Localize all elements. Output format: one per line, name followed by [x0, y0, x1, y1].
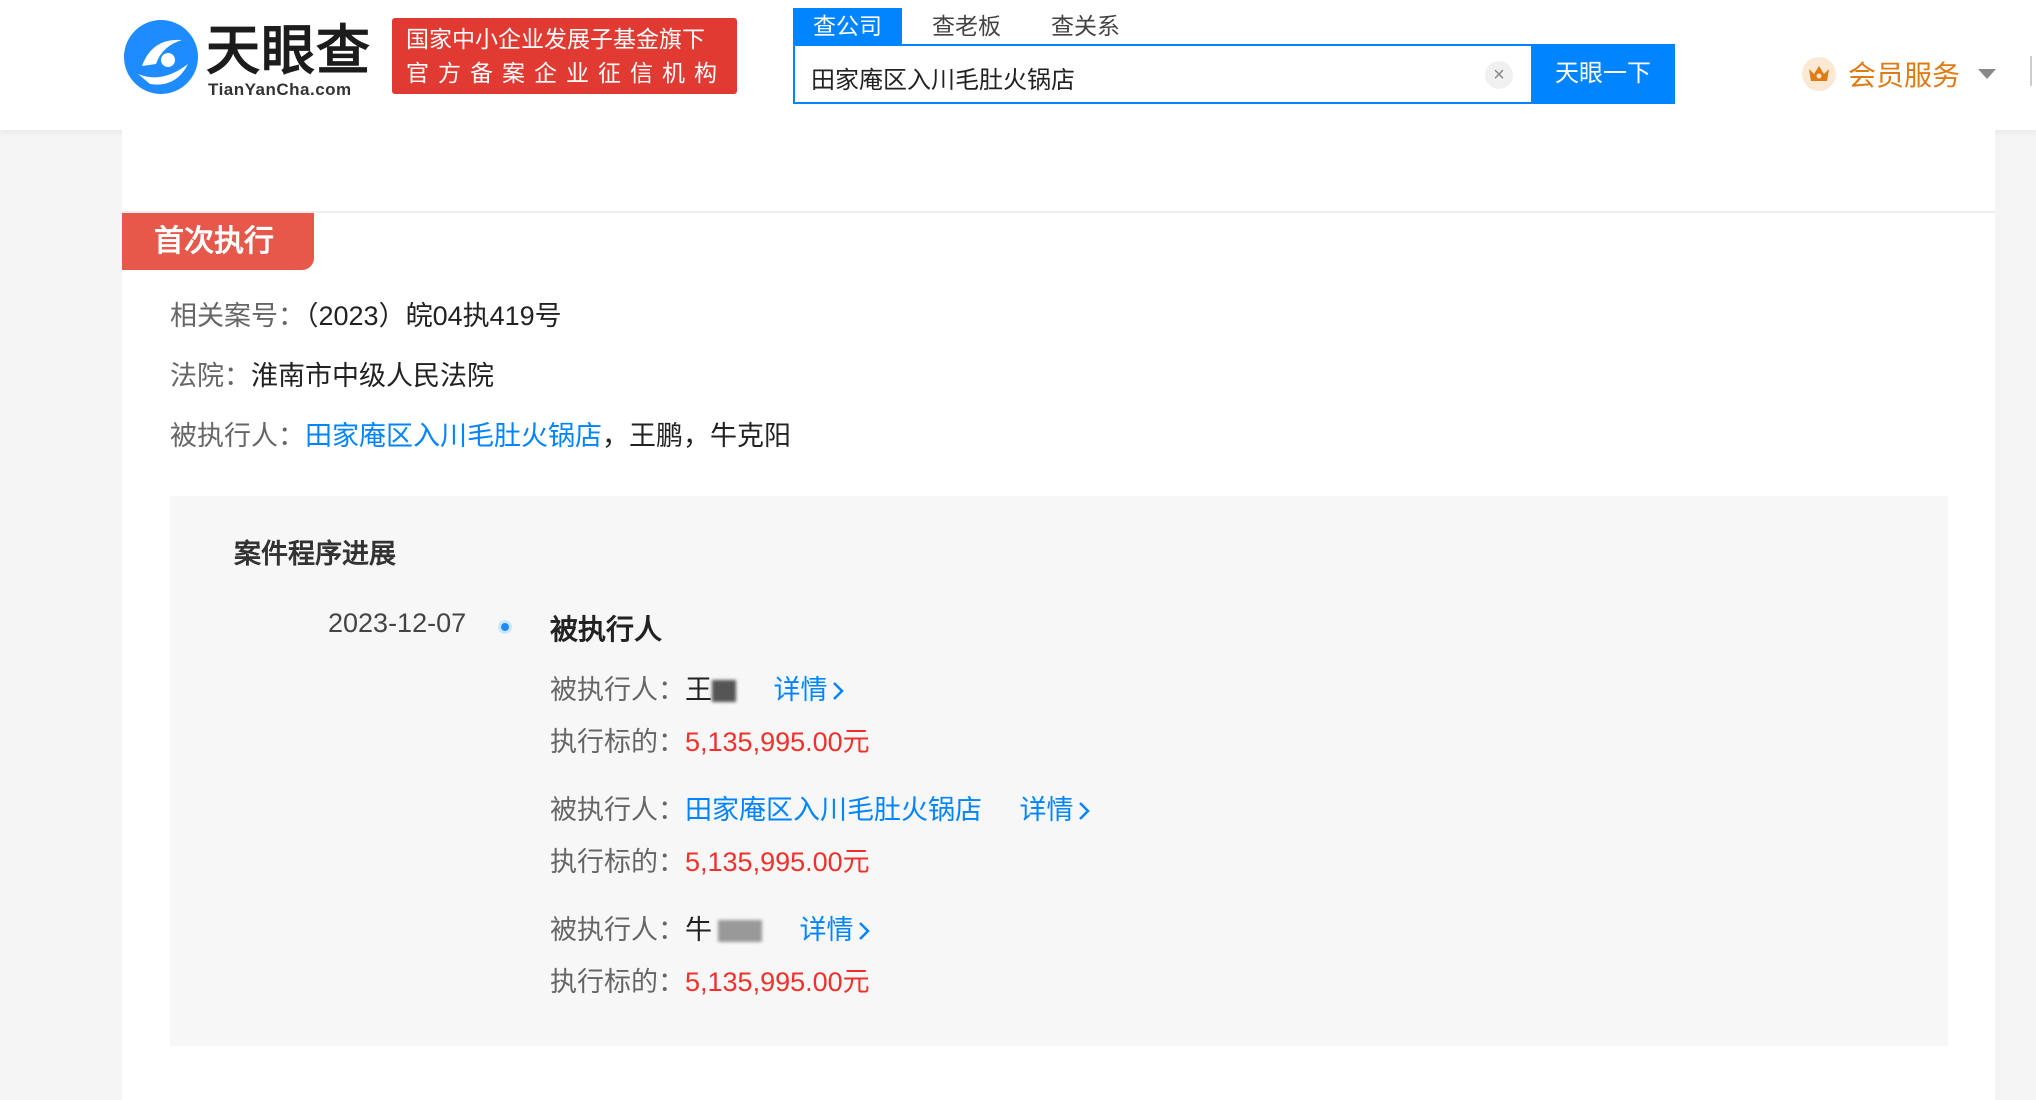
- top-header: 天眼查 TianYanCha.com 国家中小企业发展子基金旗下 官方备案企业征…: [0, 0, 2036, 130]
- entry-person-row: 被执行人：王 详情: [550, 672, 844, 708]
- crown-icon: [1802, 57, 1836, 91]
- progress-date: 2023-12-07: [328, 608, 467, 638]
- close-icon[interactable]: ×: [1485, 61, 1513, 89]
- detail-label: 详情: [773, 675, 828, 705]
- progress-title: 案件程序进展: [234, 539, 396, 569]
- logo-domain: TianYanCha.com: [208, 80, 352, 99]
- tab-boss[interactable]: 查老板: [912, 8, 1021, 44]
- case-number-row: 相关案号：（2023）皖04执419号: [170, 298, 562, 334]
- entry-label: 被执行人：: [550, 915, 685, 945]
- entry-amount-label: 执行标的：: [550, 847, 685, 877]
- case-number-value: （2023）皖04执419号: [305, 301, 562, 331]
- court-value: 淮南市中级人民法院: [251, 361, 494, 391]
- entry-name: 王: [685, 675, 712, 705]
- detail-link[interactable]: 详情: [774, 675, 844, 705]
- logo-text: 天眼查: [206, 21, 371, 81]
- main-card: 首次执行 相关案号：（2023）皖04执419号 法院：淮南市中级人民法院 被执…: [122, 130, 1995, 1100]
- vip-label: 会员服务: [1848, 60, 1961, 91]
- timeline-dot: [498, 620, 512, 634]
- search-tabs: 查公司 查老板 查关系: [793, 8, 1150, 44]
- logo-icon: [124, 20, 198, 94]
- entry-amount: 5,135,995.00元: [685, 847, 870, 877]
- entry-company-link[interactable]: 田家庵区入川毛肚火锅店: [685, 795, 982, 825]
- header-divider: [2030, 56, 2032, 86]
- chevron-right-icon: [1078, 802, 1090, 820]
- detail-link[interactable]: 详情: [800, 915, 870, 945]
- entry-amount: 5,135,995.00元: [685, 727, 870, 757]
- court-label: 法院：: [170, 361, 251, 391]
- entry-amount-row: 执行标的：5,135,995.00元: [550, 724, 870, 760]
- entry-name: 牛: [685, 915, 712, 945]
- entry-label: 被执行人：: [550, 675, 685, 705]
- tab-relation[interactable]: 查关系: [1031, 8, 1140, 44]
- executed-persons-label: 被执行人：: [170, 421, 305, 451]
- redacted-mask: [718, 920, 762, 942]
- chevron-right-icon: [858, 922, 870, 940]
- entry-amount: 5,135,995.00元: [685, 967, 870, 997]
- section-tag: 首次执行: [122, 213, 314, 270]
- entry-label: 被执行人：: [550, 795, 685, 825]
- search-box: 田家庵区入川毛肚火锅店 × 天眼一下: [793, 44, 1675, 104]
- search-button[interactable]: 天眼一下: [1531, 44, 1675, 104]
- slogan-line-1: 国家中小企业发展子基金旗下: [406, 26, 705, 52]
- detail-link[interactable]: 详情: [1020, 795, 1090, 825]
- executed-persons-rest: ，王鹏，牛克阳: [602, 421, 791, 451]
- executed-persons-row: 被执行人：田家庵区入川毛肚火锅店，王鹏，牛克阳: [170, 418, 791, 454]
- entry-amount-row: 执行标的：5,135,995.00元: [550, 964, 870, 1000]
- detail-label: 详情: [799, 915, 854, 945]
- vip-service-menu[interactable]: 会员服务: [1802, 54, 1997, 94]
- case-progress-panel: 案件程序进展 2023-12-07 被执行人 被执行人：王 详情 执行标的：5,…: [170, 496, 1948, 1046]
- slogan-badge: 国家中小企业发展子基金旗下 官方备案企业征信机构: [392, 18, 737, 94]
- logo[interactable]: 天眼查 TianYanCha.com: [122, 18, 372, 99]
- entry-person-row: 被执行人：牛 详情: [550, 912, 870, 948]
- slogan-line-2: 官方备案企业征信机构: [406, 60, 726, 86]
- company-link[interactable]: 田家庵区入川毛肚火锅店: [305, 421, 602, 451]
- entry-amount-row: 执行标的：5,135,995.00元: [550, 844, 870, 880]
- redacted-mask: [712, 680, 736, 702]
- entry-amount-label: 执行标的：: [550, 727, 685, 757]
- case-number-label: 相关案号：: [170, 301, 305, 331]
- detail-label: 详情: [1019, 795, 1074, 825]
- tab-company[interactable]: 查公司: [793, 8, 902, 44]
- entry-person-row: 被执行人：田家庵区入川毛肚火锅店 详情: [550, 792, 1090, 828]
- court-row: 法院：淮南市中级人民法院: [170, 358, 494, 394]
- chevron-right-icon: [832, 682, 844, 700]
- entry-amount-label: 执行标的：: [550, 967, 685, 997]
- caret-down-icon: [1978, 69, 1997, 79]
- divider: [122, 211, 1995, 213]
- search-input[interactable]: 田家庵区入川毛肚火锅店: [811, 60, 1075, 95]
- progress-event: 被执行人: [550, 614, 663, 645]
